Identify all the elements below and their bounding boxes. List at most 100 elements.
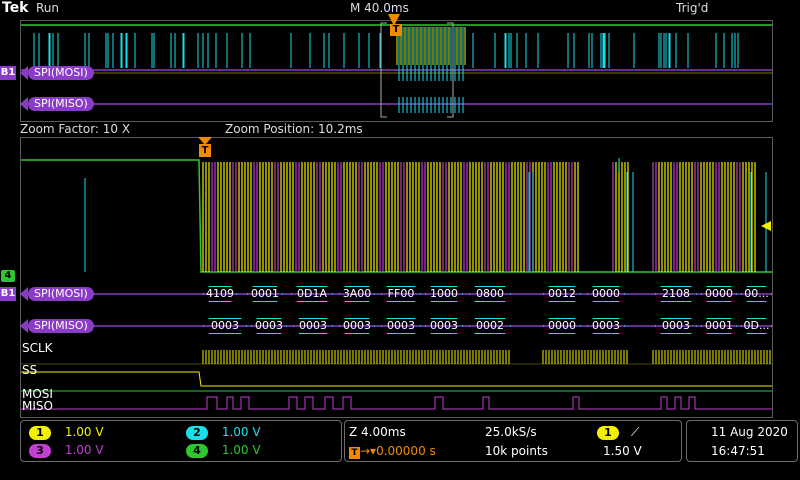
miso-digital-trace	[21, 396, 772, 410]
miso-row-packet[interactable]: 0001	[701, 318, 737, 334]
zoom-miso-label[interactable]: SPI(MISO)	[20, 319, 94, 333]
packet-value: 0003	[430, 319, 458, 332]
ch2-scale: 1.00 V	[221, 425, 261, 439]
miso-decode-row: 0003 0003 0003 0003 0003 0003 0002 0000 0003 0003…	[21, 318, 772, 334]
ch3-scale: 1.00 V	[64, 443, 104, 457]
ch4-ground-marker[interactable]: 4	[1, 270, 15, 282]
zoom-scale[interactable]: Z 4.00ms	[349, 425, 406, 439]
mosi-decode-row: 4109 0001 0D1A 3A00 FF00 1000 0800 0012 0000 2108…	[21, 286, 772, 302]
mosi-row-packet[interactable]: 0001	[247, 286, 283, 302]
mosi-row-packet[interactable]: 1000	[425, 286, 463, 302]
sclk-label[interactable]: SCLK	[22, 341, 53, 355]
packet-value: 2108	[662, 287, 690, 300]
packet-value: 1000	[430, 287, 458, 300]
packet-value: 0002	[476, 319, 504, 332]
time: 16:47:51	[711, 444, 765, 458]
sample-rate: 25.0kS/s	[485, 425, 537, 439]
miso-row-packet[interactable]: 0003	[251, 318, 287, 334]
packet-value: 0001	[705, 319, 733, 332]
main-timebase[interactable]: M 40.0ms	[350, 1, 409, 15]
mosi-row-packet[interactable]: 0800	[469, 286, 511, 302]
zoom-trigger-marker[interactable]: T	[199, 144, 211, 157]
acquisition-panel[interactable]: Z 4.00ms 25.0kS/s 10k points T →▾0.00000 …	[344, 420, 682, 462]
packet-value: 0003	[343, 319, 371, 332]
rising-edge-icon: ⟋	[630, 425, 640, 439]
ss-trace	[21, 371, 772, 387]
zoom-waveform-window[interactable]: 4109 0001 0D1A 3A00 FF00 1000 0800 0012 0000 2108…	[20, 137, 773, 418]
packet-value: 0003	[592, 319, 620, 332]
packet-value: FF00	[387, 287, 415, 300]
trigger-level[interactable]: 1.50 V	[603, 444, 642, 458]
zoom-factor[interactable]: Zoom Factor: 10 X	[20, 122, 130, 136]
trigger-delay-readout[interactable]: T →▾0.00000 s	[349, 444, 436, 459]
trigger-source-readout[interactable]: 1 ⟋	[597, 425, 639, 440]
trigger-t-icon: T	[349, 447, 360, 459]
miso-row-packet[interactable]: 0003	[587, 318, 625, 334]
packet-value: 0000	[548, 319, 576, 332]
miso-row-packet[interactable]: 0003	[203, 318, 247, 334]
zoom-bus-badge[interactable]: B1	[0, 287, 16, 301]
trigger-source-badge: 1	[597, 426, 619, 440]
trigger-delay: 0.00000 s	[376, 444, 436, 458]
ch3-readout[interactable]: 3 1.00 V	[29, 443, 104, 458]
packet-value: 0000	[592, 287, 620, 300]
mosi-row-packet[interactable]: 0000	[587, 286, 625, 302]
mosi-row-packet[interactable]: 0D1A	[291, 286, 333, 302]
overview-trigger-marker[interactable]: T	[390, 24, 402, 36]
mosi-row-packet[interactable]: 3A00	[339, 286, 375, 302]
overview-miso-label[interactable]: SPI(MISO)	[20, 97, 94, 111]
packet-value: 0D...	[743, 319, 770, 332]
brand-logo: Tek	[2, 0, 29, 16]
ch1-scale: 1.00 V	[64, 425, 104, 439]
overview-bus1-badge[interactable]: B1	[0, 66, 16, 80]
miso-row-packet[interactable]: 0003	[425, 318, 463, 334]
miso-digital-label[interactable]: MISO	[22, 399, 53, 413]
packet-value: 4109	[206, 287, 234, 300]
packet-value: 0D1A	[297, 287, 327, 300]
ch4-readout[interactable]: 4 1.00 V	[186, 443, 261, 458]
miso-row-packet[interactable]: 0000	[543, 318, 581, 334]
status-bar: Tek Run M 40.0ms Trig'd	[0, 0, 800, 18]
packet-value: 0003	[255, 319, 283, 332]
ch1-badge: 1	[29, 426, 51, 440]
mosi-row-packet[interactable]: 0000	[701, 286, 737, 302]
packet-value: 0001	[251, 287, 279, 300]
packet-value: 3A00	[342, 287, 372, 300]
ch4-badge: 4	[186, 444, 208, 458]
ch3-badge: 3	[29, 444, 51, 458]
miso-row-packet[interactable]: 0003	[655, 318, 697, 334]
delay-arrow-icon: →▾	[360, 444, 377, 458]
datetime-panel[interactable]: 11 Aug 2020 16:47:51	[686, 420, 798, 462]
zoom-waveform-canvas	[21, 158, 772, 410]
ch1-readout[interactable]: 1 1.00 V	[29, 425, 104, 440]
packet-value: 0003	[387, 319, 415, 332]
overview-mosi-label[interactable]: SPI(MOSI)	[20, 66, 94, 80]
zoom-mosi-label[interactable]: SPI(MOSI)	[20, 287, 94, 301]
packet-value: 0003	[211, 319, 239, 332]
ch2-readout[interactable]: 2 1.00 V	[186, 425, 261, 440]
ch2-badge: 2	[186, 426, 208, 440]
packet-value: 00...	[744, 287, 769, 300]
packet-value: 0012	[548, 287, 576, 300]
acquisition-state[interactable]: Run	[36, 1, 59, 15]
readout-bar: 1 1.00 V 2 1.00 V 3 1.00 V 4 1.00 V Z 4.…	[0, 418, 800, 480]
miso-row-packet[interactable]: 0003	[339, 318, 375, 334]
trigger-status: Trig'd	[676, 1, 709, 15]
miso-row-packet[interactable]: 0D...	[741, 318, 772, 334]
miso-row-packet[interactable]: 0003	[381, 318, 421, 334]
mosi-row-packet[interactable]: FF00	[381, 286, 421, 302]
mosi-row-packet[interactable]: 4109	[203, 286, 237, 302]
ss-label[interactable]: SS	[22, 363, 37, 377]
miso-row-packet[interactable]: 0003	[293, 318, 333, 334]
mosi-row-packet[interactable]: 2108	[655, 286, 697, 302]
packet-value: 0000	[705, 287, 733, 300]
channel-scale-panel[interactable]: 1 1.00 V 2 1.00 V 3 1.00 V 4 1.00 V	[20, 420, 342, 462]
mosi-row-packet[interactable]: 0012	[543, 286, 581, 302]
zoom-info-bar: Zoom Factor: 10 X Zoom Position: 10.2ms	[20, 122, 780, 136]
overview-waveform-canvas	[21, 22, 772, 118]
mosi-row-packet[interactable]: 00...	[741, 286, 772, 302]
ch4-scale: 1.00 V	[221, 443, 261, 457]
packet-value: 0003	[299, 319, 327, 332]
zoom-position[interactable]: Zoom Position: 10.2ms	[225, 122, 363, 136]
miso-row-packet[interactable]: 0002	[469, 318, 511, 334]
